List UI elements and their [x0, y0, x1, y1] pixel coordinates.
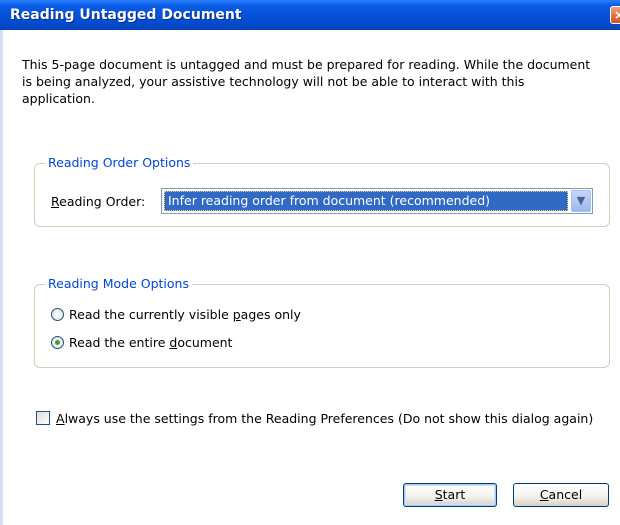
checkbox-unchecked-icon[interactable] [36, 411, 50, 425]
reading-order-label-mnemonic: R [51, 194, 60, 209]
cancel-button-mnemonic: C [539, 487, 549, 502]
radio-entire-document-label-after: ocument [177, 335, 233, 350]
radio-visible-pages-label-after: ages only [240, 307, 301, 322]
always-use-settings-mnemonic: A [56, 411, 65, 426]
start-button-label: tart [442, 487, 466, 502]
dialog-title: Reading Untagged Document [10, 7, 242, 23]
radio-entire-document-label-before: Read the entire [69, 335, 170, 350]
cancel-button[interactable]: Cancel [513, 483, 609, 507]
reading-mode-options-group: Reading Mode Options Read the currently … [34, 276, 610, 368]
reading-order-options-group: Reading Order Options Reading Order: Inf… [34, 155, 610, 227]
reading-order-selected-value: Infer reading order from document (recom… [164, 191, 568, 211]
reading-order-label: Reading Order: [51, 194, 145, 209]
radio-visible-pages-label: Read the currently visible pages only [69, 307, 301, 322]
chevron-down-icon[interactable]: ▼ [571, 190, 591, 212]
title-bar[interactable]: Reading Untagged Document × [0, 0, 620, 30]
window-border [0, 30, 3, 525]
radio-selected-icon[interactable] [51, 336, 64, 349]
start-button-mnemonic: S [434, 487, 443, 502]
close-icon[interactable]: × [610, 6, 620, 24]
radio-unselected-icon[interactable] [51, 308, 64, 321]
start-button[interactable]: Start [403, 483, 497, 507]
reading-mode-options-legend: Reading Mode Options [45, 276, 192, 291]
reading-order-select[interactable]: Infer reading order from document (recom… [161, 188, 593, 214]
reading-untagged-document-dialog: Reading Untagged Document × This 5-page … [0, 0, 620, 525]
dialog-description: This 5-page document is untagged and mus… [22, 57, 591, 106]
reading-order-options-legend: Reading Order Options [45, 155, 194, 170]
close-glyph: × [614, 8, 620, 22]
cancel-button-label: ancel [548, 487, 583, 502]
reading-order-label-text: eading Order: [59, 194, 146, 209]
radio-visible-pages-mnemonic: p [232, 307, 241, 322]
radio-entire-document-label: Read the entire document [69, 335, 232, 350]
radio-selected-dot [55, 340, 60, 345]
radio-visible-pages-label-before: Read the currently visible [69, 307, 233, 322]
always-use-settings-label-text: lways use the settings from the Reading … [64, 411, 594, 426]
always-use-settings-label: Always use the settings from the Reading… [56, 411, 593, 426]
